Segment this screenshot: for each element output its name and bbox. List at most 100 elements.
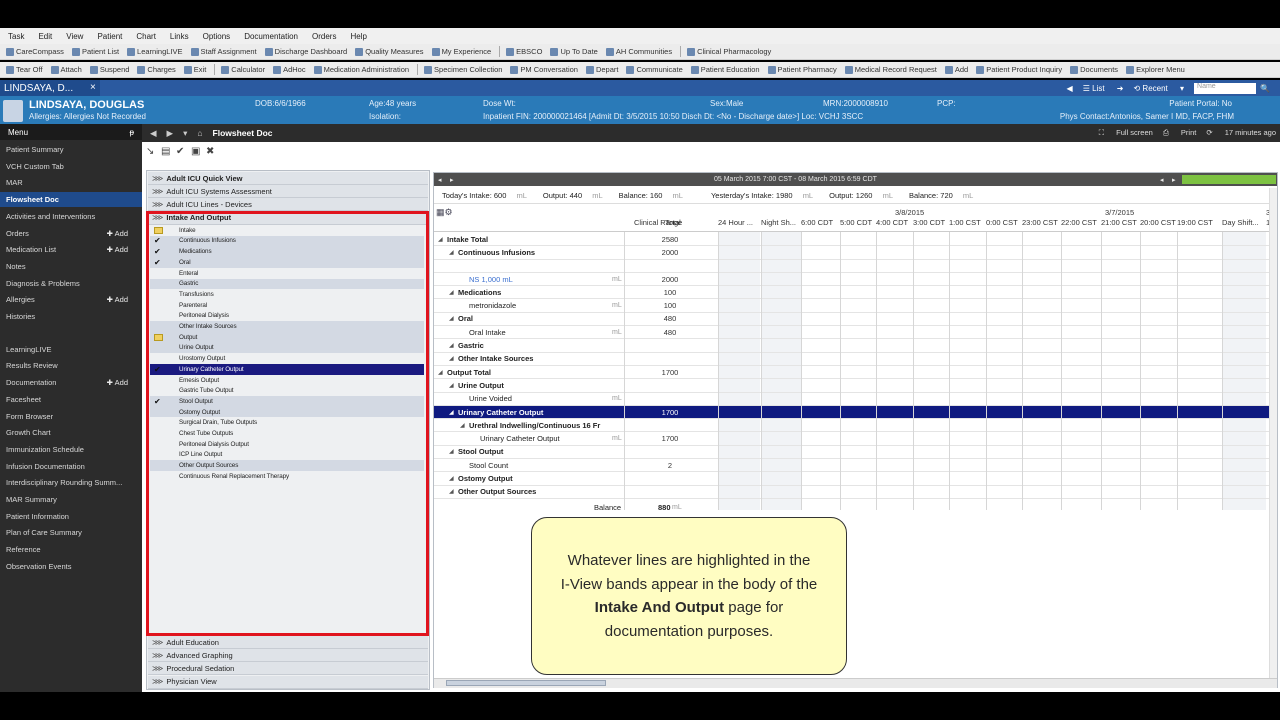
add-button[interactable]: ✚ Add xyxy=(107,378,128,387)
menu-view[interactable]: View xyxy=(66,32,83,41)
next-fast-icon[interactable]: ▸ xyxy=(1172,176,1176,184)
toolbar-item-tear-off[interactable]: Tear Off xyxy=(6,65,43,74)
menu-task[interactable]: Task xyxy=(8,32,24,41)
sidebar-item-growth-chart[interactable]: Growth Chart xyxy=(0,425,142,440)
section-urostomy-output[interactable]: Urostomy Output xyxy=(150,353,424,364)
toolbar-item-patient-education[interactable]: Patient Education xyxy=(690,65,760,74)
toolbar-item-staff-assignment[interactable]: Staff Assignment xyxy=(190,47,257,56)
grid-icon[interactable]: ▤ xyxy=(161,147,171,157)
section-icp-line-output[interactable]: ICP Line Output xyxy=(150,450,424,461)
grid-row[interactable]: NS 1,000 mL mL 2000 xyxy=(434,273,1277,287)
save-icon[interactable]: ▣ xyxy=(191,147,201,157)
collapse-icon[interactable]: ◢ xyxy=(449,355,454,362)
collapse-icon[interactable]: ◢ xyxy=(449,342,454,349)
column-header-cell[interactable]: 23:00 CST xyxy=(1022,218,1058,227)
grid-row[interactable]: ◢ Medications 100 xyxy=(434,286,1277,300)
menu-patient[interactable]: Patient xyxy=(97,32,122,41)
collapse-icon[interactable]: ◢ xyxy=(438,236,443,243)
toolbar-item-my-experience[interactable]: My Experience xyxy=(431,47,491,56)
list-button[interactable]: ☰ List ➜ xyxy=(1083,84,1124,93)
add-button[interactable]: ✚ Add xyxy=(107,245,128,254)
band-procedural-sedation[interactable]: ⋙ Procedural Sedation xyxy=(148,662,428,676)
column-header-cell[interactable]: Total xyxy=(665,218,681,227)
section-output[interactable]: Output xyxy=(150,332,424,343)
grid-row[interactable]: ◢ Continuous Infusions 2000 xyxy=(434,246,1277,260)
column-header-cell[interactable]: 4:00 CDT xyxy=(876,218,908,227)
search-input[interactable]: Name xyxy=(1194,82,1257,94)
column-header-cell[interactable]: 5:00 CDT xyxy=(840,218,872,227)
toolbar-item-clinical-pharmacology[interactable]: Clinical Pharmacology xyxy=(687,47,771,56)
toolbar-item-ah-communities[interactable]: AH Communities xyxy=(605,47,672,56)
patient-tab[interactable]: LINDSAYA, D... xyxy=(0,80,100,96)
section-oral[interactable]: ✔ Oral xyxy=(150,257,424,268)
back-icon[interactable]: ◀ xyxy=(1067,84,1073,93)
menu-edit[interactable]: Edit xyxy=(38,32,52,41)
sidebar-item-notes[interactable]: Notes xyxy=(0,259,142,274)
arrow-down-icon[interactable]: ↘ xyxy=(146,147,156,157)
menu-options[interactable]: Options xyxy=(203,32,231,41)
date-range[interactable]: 05 March 2015 7:00 CST - 08 March 2015 6… xyxy=(714,176,877,183)
toolbar-item-medical-record-request[interactable]: Medical Record Request xyxy=(844,65,937,74)
sidebar-item-results-review[interactable]: Results Review xyxy=(0,358,142,373)
pin-icon[interactable]: ᵽ xyxy=(130,128,134,137)
recent-button[interactable]: ⟲ Recent ▾ xyxy=(1133,84,1184,93)
grid-row[interactable]: ◢ Urinary Catheter Output 1700 xyxy=(434,405,1277,420)
toolbar-item-adhoc[interactable]: AdHoc xyxy=(273,65,306,74)
sidebar-item-allergies[interactable]: Allergies ✚ Add xyxy=(0,292,142,307)
toolbar-item-explorer-menu[interactable]: Explorer Menu xyxy=(1126,65,1185,74)
column-header-cell[interactable]: Night Sh... xyxy=(761,218,796,227)
column-header-cell[interactable]: 19:00 CST xyxy=(1177,218,1213,227)
section-other-output-sources[interactable]: Other Output Sources xyxy=(150,460,424,471)
sidebar-item-immunization-schedule[interactable]: Immunization Schedule xyxy=(0,442,142,457)
collapse-icon[interactable]: ◢ xyxy=(449,315,454,322)
fullscreen-button[interactable]: ⛶ Full screen xyxy=(1099,128,1153,138)
column-header-cell[interactable]: Day Shift... xyxy=(1222,218,1259,227)
add-button[interactable]: ✚ Add xyxy=(107,295,128,304)
menu-chart[interactable]: Chart xyxy=(136,32,156,41)
toolbar-item-patient-pharmacy[interactable]: Patient Pharmacy xyxy=(767,65,837,74)
grid-row[interactable]: ◢ Gastric xyxy=(434,339,1277,353)
collapse-icon[interactable]: ◢ xyxy=(449,289,454,296)
column-header-cell[interactable]: 6:00 CDT xyxy=(801,218,833,227)
toolbar-item-ebsco[interactable]: EBSCO xyxy=(506,47,542,56)
sidebar-item-orders[interactable]: Orders ✚ Add xyxy=(0,226,142,241)
grid-row[interactable] xyxy=(434,260,1277,273)
toolbar-item-patient-product-inquiry[interactable]: Patient Product Inquiry xyxy=(976,65,1062,74)
section-urinary-catheter-output[interactable]: ✔ Urinary Catheter Output xyxy=(150,364,424,375)
prev-icon[interactable]: ◂ xyxy=(438,176,442,184)
menu-links[interactable]: Links xyxy=(170,32,189,41)
section-transfusions[interactable]: Transfusions xyxy=(150,289,424,300)
section-enteral[interactable]: Enteral xyxy=(150,268,424,279)
section-urine-output[interactable]: Urine Output xyxy=(150,342,424,354)
time-scroll-indicator[interactable] xyxy=(1182,175,1276,184)
grid-row[interactable]: ◢ Urine Output xyxy=(434,379,1277,393)
menu-documentation[interactable]: Documentation xyxy=(244,32,298,41)
grid-row[interactable]: ◢ Ostomy Output xyxy=(434,472,1277,486)
checkmark-icon[interactable]: ✔ xyxy=(176,147,186,157)
sidebar-item-flowsheet-doc[interactable]: Flowsheet Doc xyxy=(0,192,142,208)
section-parenteral[interactable]: Parenteral xyxy=(150,300,424,311)
section-peritoneal-dialysis[interactable]: Peritoneal Dialysis xyxy=(150,311,424,322)
section-gastric-tube-output[interactable]: Gastric Tube Output xyxy=(150,386,424,397)
section-continuous-renal-replacement-therapy[interactable]: Continuous Renal Replacement Therapy xyxy=(150,471,424,482)
close-icon[interactable]: × xyxy=(90,82,100,93)
band-advanced-graphing[interactable]: ⋙ Advanced Graphing xyxy=(148,649,428,663)
column-header-cell[interactable]: 1:00 CST xyxy=(949,218,981,227)
print-button[interactable]: ⎙ Print xyxy=(1163,128,1197,138)
column-header-cell[interactable]: 20:00 CST xyxy=(1140,218,1176,227)
sidebar-item-plan-of-care-summary[interactable]: Plan of Care Summary xyxy=(0,525,142,540)
toolbar-item-suspend[interactable]: Suspend xyxy=(89,65,129,74)
toolbar-item-specimen-collection[interactable]: Specimen Collection xyxy=(424,65,502,74)
grid-row[interactable]: Stool Count 2 xyxy=(434,459,1277,473)
section-stool-output[interactable]: ✔ Stool Output xyxy=(150,396,424,407)
section-intake[interactable]: Intake xyxy=(150,225,424,236)
section-peritoneal-dialysis-output[interactable]: Peritoneal Dialysis Output xyxy=(150,439,424,450)
sidebar-item-histories[interactable]: Histories xyxy=(0,309,142,324)
grid-row[interactable]: ◢ Stool Output xyxy=(434,446,1277,460)
collapse-icon[interactable]: ◢ xyxy=(449,475,454,482)
column-header-cell[interactable]: 3:00 CDT xyxy=(913,218,945,227)
column-header-cell[interactable]: 21:00 CST xyxy=(1101,218,1137,227)
toolbar-item-pm-conversation[interactable]: PM Conversation xyxy=(510,65,578,74)
back-arrow-icon[interactable]: ◀ xyxy=(150,128,157,139)
toolbar-item-up-to-date[interactable]: Up To Date xyxy=(550,47,598,56)
